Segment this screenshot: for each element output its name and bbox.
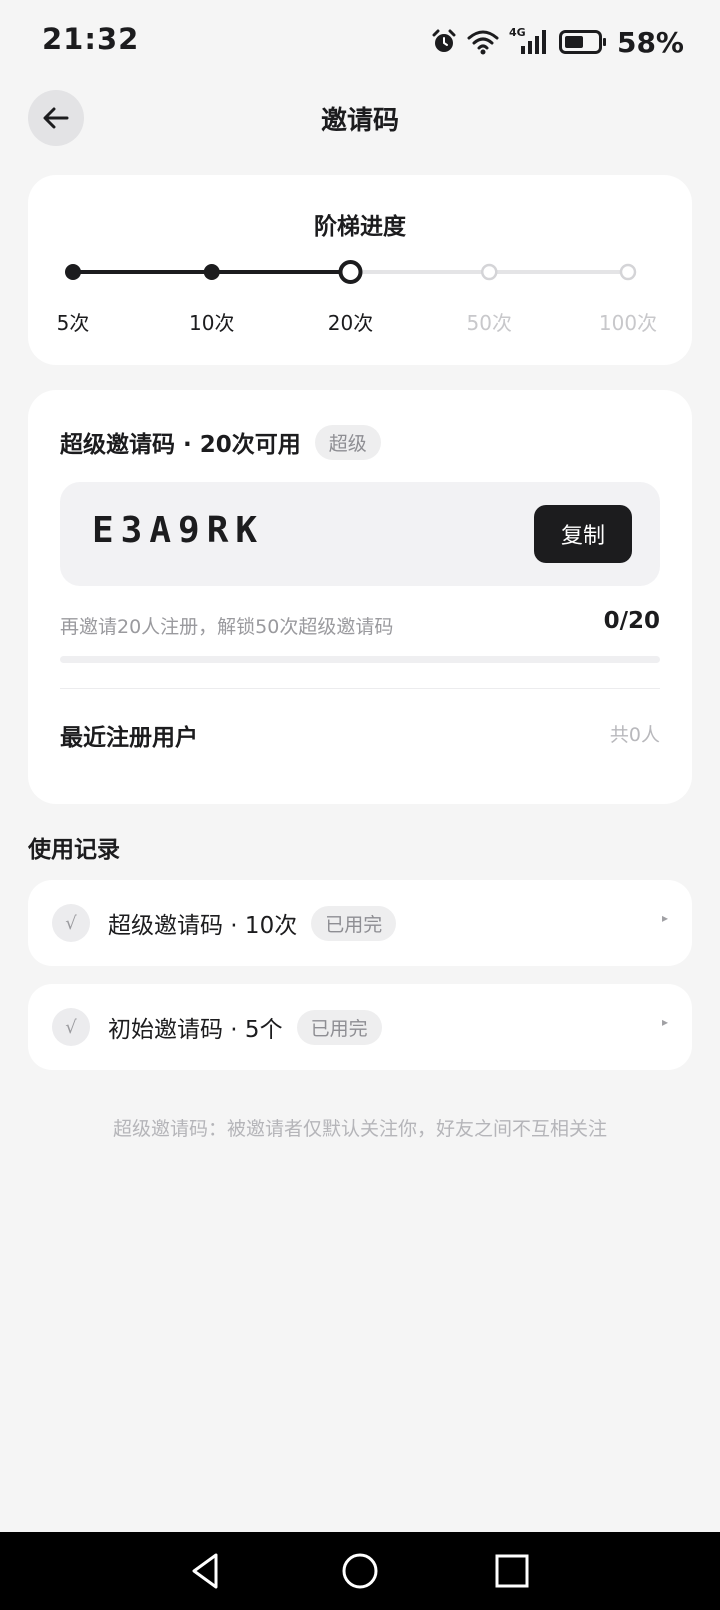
record-item[interactable]: √ 初始邀请码 · 5个 已用完 ▸ [28, 984, 692, 1070]
ladder-step-label: 100次 [598, 311, 658, 335]
ladder-progress-card: 阶梯进度 5次 10次 20次 50次 100次 [28, 175, 692, 365]
ladder-node-todo [619, 263, 637, 281]
check-icon: √ [52, 1008, 90, 1046]
ladder-node-done [65, 264, 81, 280]
copy-button[interactable]: 复制 [534, 505, 632, 563]
record-item[interactable]: √ 超级邀请码 · 10次 已用完 ▸ [28, 880, 692, 966]
chevron-right-icon: ▸ [661, 911, 668, 925]
ladder-node-current [338, 260, 363, 284]
battery-icon [558, 30, 606, 54]
cellular-signal-icon: 4G [509, 26, 549, 56]
recent-users-title[interactable]: 最近注册用户 [60, 718, 198, 752]
status-time: 21:32 [42, 22, 140, 56]
status-bar: 21:32 4G 58% [0, 0, 720, 84]
nav-home-icon[interactable] [338, 1549, 382, 1593]
ladder-step-label: 10次 [189, 311, 235, 335]
ladder-step-label: 5次 [56, 311, 90, 335]
record-body: 初始邀请码 · 5个 已用完 [108, 984, 382, 1070]
page-title: 邀请码 [320, 106, 399, 136]
ladder-track [65, 260, 637, 284]
unlock-hint: 再邀请20人注册，解锁50次超级邀请码 [60, 616, 394, 638]
divider [60, 688, 660, 689]
record-status-badge: 已用完 [311, 905, 397, 941]
unlock-count: 0/20 [603, 608, 660, 634]
status-icons: 4G 58% [431, 24, 684, 60]
ladder-step-label: 20次 [327, 311, 374, 335]
records-title: 使用记录 [28, 837, 120, 863]
invite-code-value[interactable]: E3A9RK [92, 510, 264, 551]
ladder-step-label: 50次 [466, 311, 512, 335]
chevron-right-icon: ▸ [661, 1015, 668, 1029]
system-nav-bar [0, 1532, 720, 1610]
record-title: 超级邀请码 · 10次 [108, 913, 298, 939]
invite-code-box: E3A9RK 复制 [60, 482, 660, 586]
ladder-node-todo [481, 263, 498, 281]
super-badge: 超级 [314, 424, 381, 460]
nav-back-icon[interactable] [184, 1549, 228, 1593]
wifi-icon [467, 30, 499, 55]
alarm-icon [432, 29, 456, 52]
header: 邀请码 [0, 84, 720, 152]
invite-code-card: 超级邀请码 · 20次可用 超级 E3A9RK 复制 再邀请20人注册，解锁50… [28, 390, 692, 804]
invite-code-title: 超级邀请码 · 20次可用 [60, 432, 301, 458]
battery-percent: 58% [616, 25, 684, 59]
nav-recents-icon[interactable] [490, 1549, 534, 1593]
record-status-badge: 已用完 [296, 1009, 382, 1045]
record-body: 超级邀请码 · 10次 已用完 [108, 880, 397, 966]
record-title: 初始邀请码 · 5个 [108, 1017, 283, 1043]
check-icon: √ [52, 904, 90, 942]
ladder-node-done [203, 264, 220, 280]
recent-users-count: 共0人 [609, 724, 660, 746]
unlock-progress-bar [60, 656, 660, 663]
invite-code-header: 超级邀请码 · 20次可用 超级 [60, 422, 381, 462]
footnote: 超级邀请码：被邀请者仅默认关注你，好友之间不互相关注 [112, 1118, 607, 1140]
